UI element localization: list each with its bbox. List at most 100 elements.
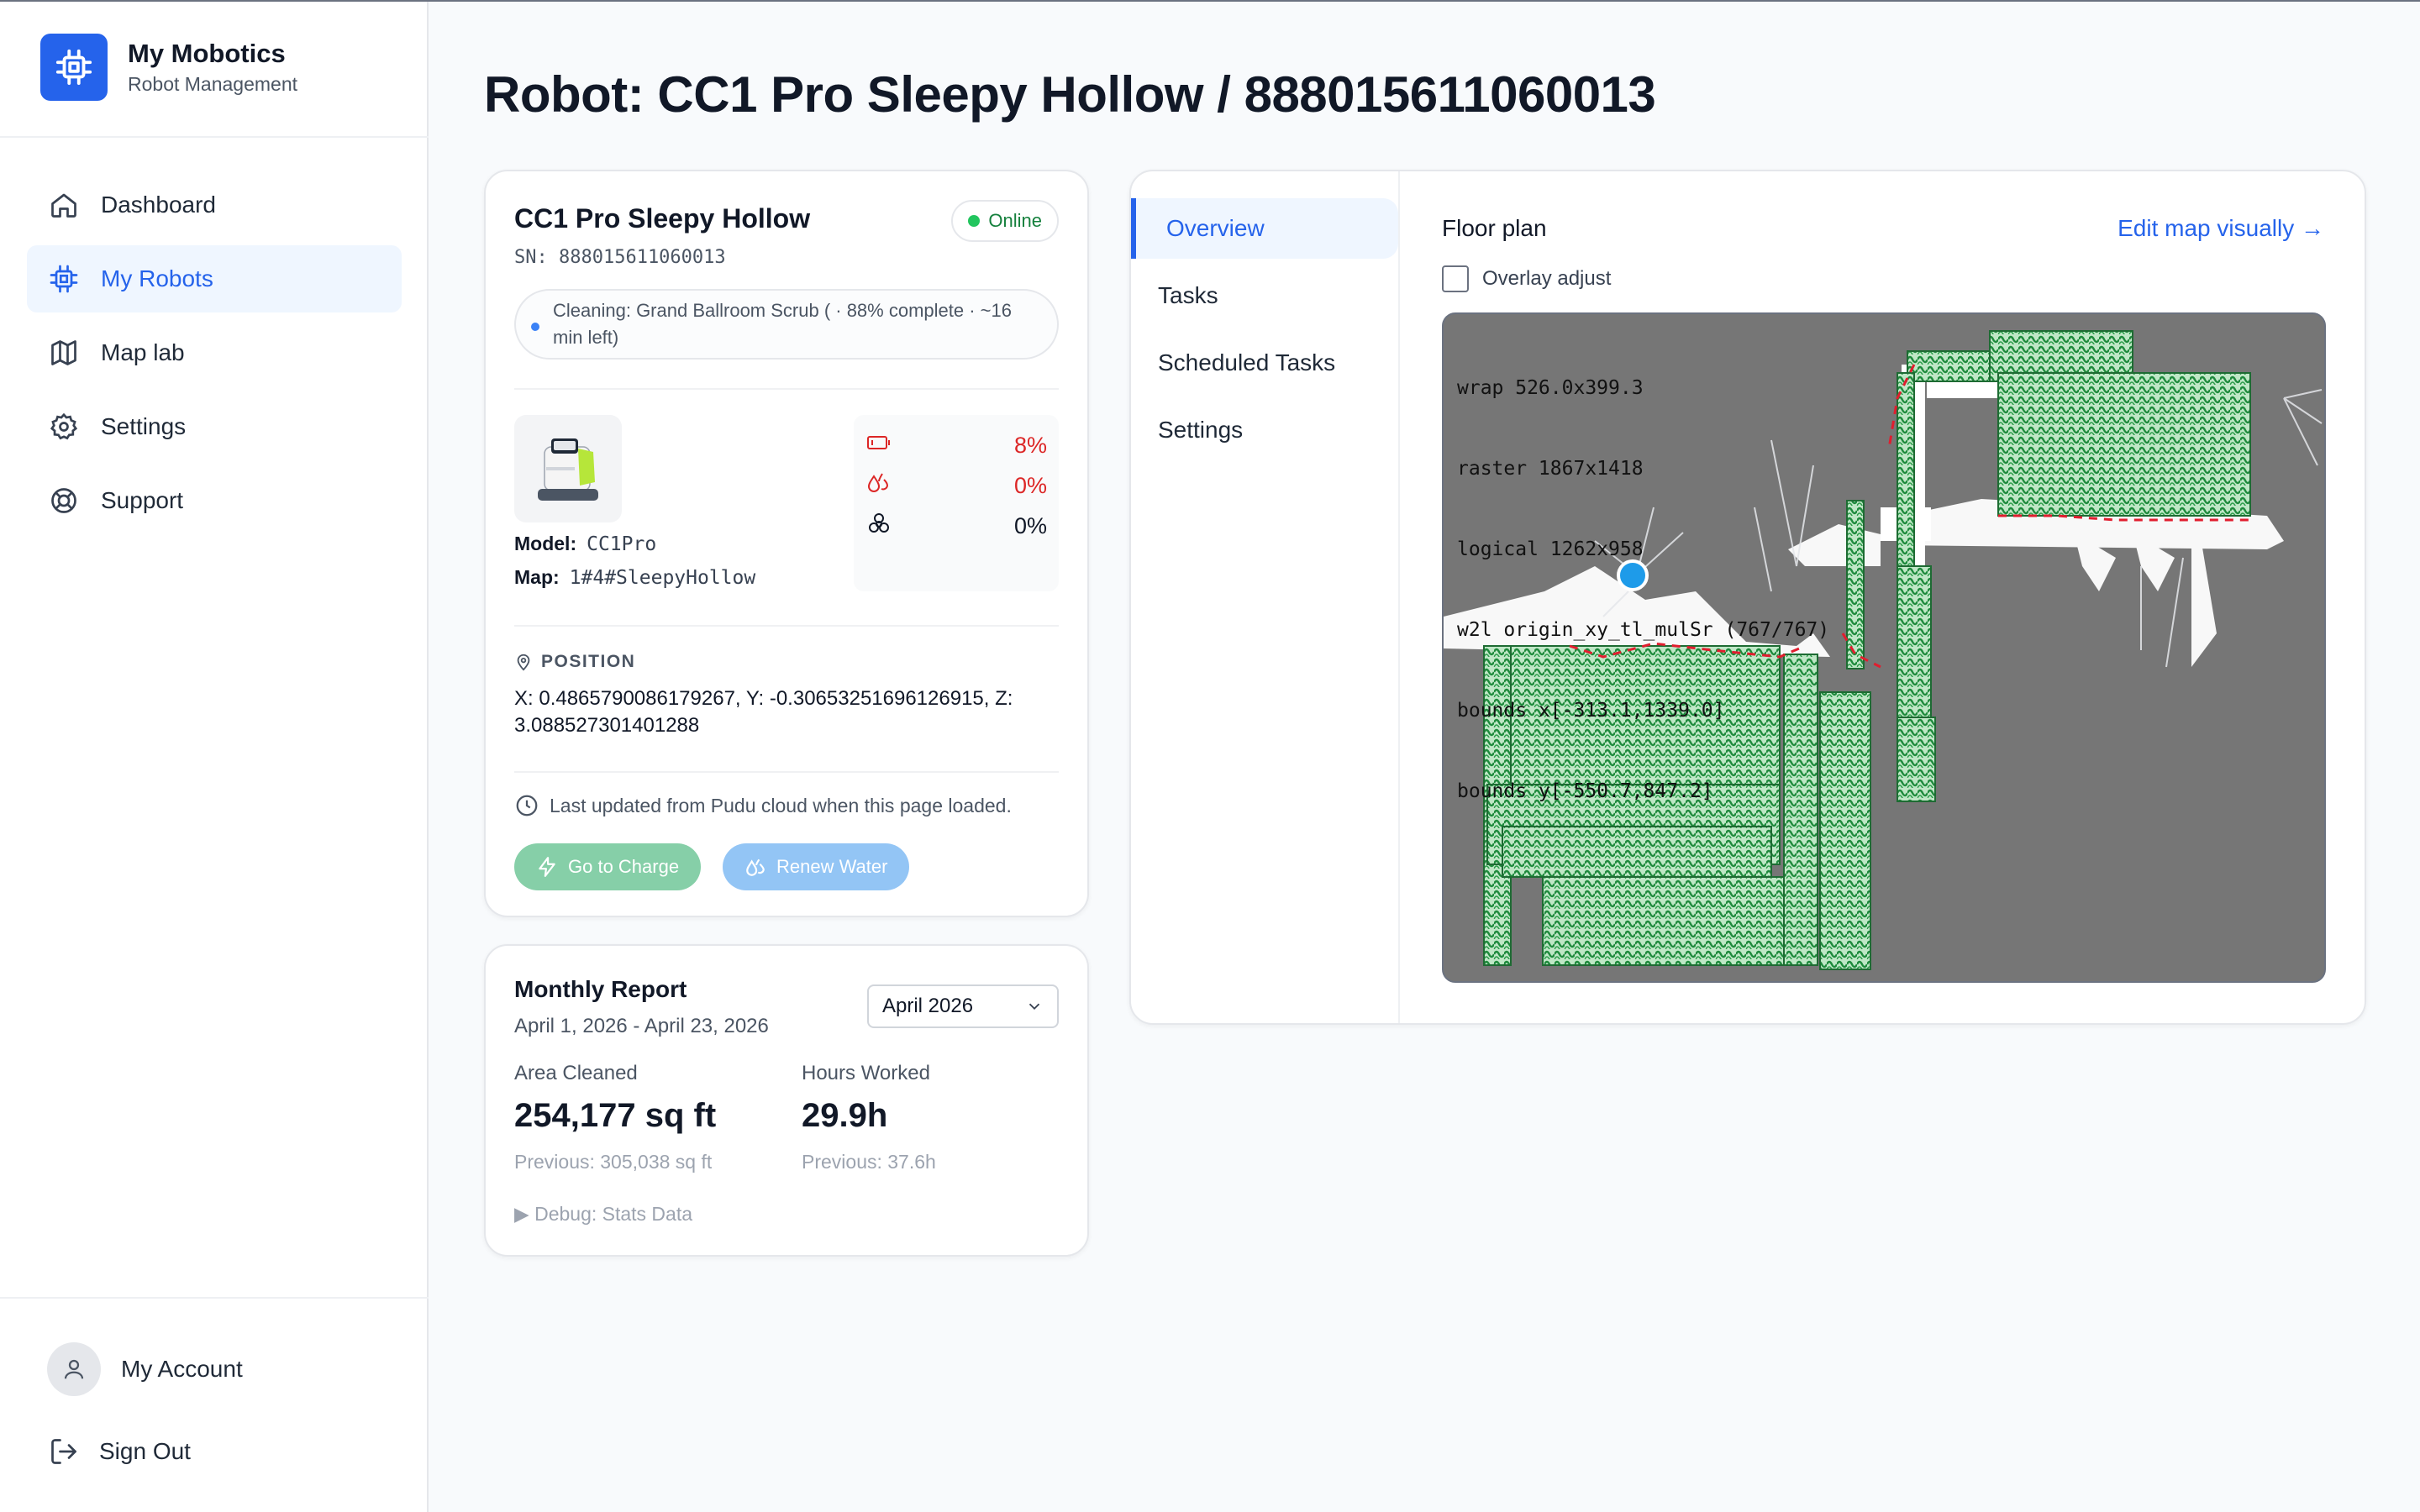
- map-row: Map: 1#4#SleepyHollow: [514, 566, 755, 589]
- online-dot: [968, 215, 981, 227]
- sidebar-item-label: Dashboard: [101, 192, 216, 218]
- position-heading: POSITION: [514, 652, 635, 672]
- go-to-charge-label: Go to Charge: [568, 856, 680, 877]
- map-icon: [47, 336, 81, 370]
- last-updated-text: Last updated from Pudu cloud when this p…: [550, 794, 1012, 816]
- my-account-label: My Account: [121, 1356, 243, 1382]
- model-label: Model:: [514, 533, 577, 554]
- robot-image: [514, 415, 622, 522]
- hours-worked-previous: Previous: 37.6h: [802, 1151, 936, 1173]
- chip-icon: [47, 262, 81, 296]
- last-updated: Last updated from Pudu cloud when this p…: [514, 793, 1012, 818]
- model-value: CC1Pro: [587, 533, 657, 555]
- position-value: X: 0.4865790086179267, Y: -0.30653251696…: [514, 687, 1013, 737]
- robot-serial: SN: 888015611060013: [514, 247, 726, 268]
- go-to-charge-button[interactable]: Go to Charge: [514, 843, 702, 890]
- my-account-link[interactable]: My Account: [47, 1342, 243, 1396]
- location-pin-icon: [514, 652, 533, 672]
- hours-worked-label: Hours Worked: [802, 1062, 930, 1084]
- lightning-icon: [539, 857, 555, 877]
- status-badge: Online: [951, 200, 1059, 242]
- divider: [514, 625, 1059, 627]
- map-value: 1#4#SleepyHollow: [569, 567, 756, 589]
- robot-name: CC1 Pro Sleepy Hollow: [514, 203, 811, 234]
- hours-worked-value: 29.9h: [802, 1097, 888, 1134]
- report-date-range: April 1, 2026 - April 23, 2026: [514, 1015, 769, 1037]
- divider: [514, 771, 1059, 773]
- map-debug-line: logical 1262x958: [1457, 538, 1644, 560]
- overview-panel: Overview Tasks Scheduled Tasks Settings …: [1129, 170, 2366, 1025]
- water-level: 0%: [865, 469, 1047, 502]
- water-drop-icon: [746, 858, 765, 876]
- tab-overview[interactable]: Overview: [1131, 198, 1398, 259]
- tab-scheduled-tasks[interactable]: Scheduled Tasks: [1131, 333, 1398, 393]
- sidebar-item-label: Support: [101, 487, 184, 513]
- tab-list: Overview Tasks Scheduled Tasks Settings: [1131, 171, 1400, 1023]
- status-badge-label: Online: [988, 210, 1042, 231]
- map-debug-overlay: wrap 526.0x399.3 raster 1867x1418 logica…: [1457, 321, 1829, 858]
- floor-plan-map[interactable]: wrap 526.0x399.3 raster 1867x1418 logica…: [1442, 312, 2326, 983]
- battery-icon: [865, 433, 892, 459]
- sidebar-item-support[interactable]: Support: [27, 467, 402, 534]
- model-row: Model: CC1Pro: [514, 533, 656, 555]
- sidebar-divider: [0, 1297, 429, 1299]
- month-select[interactable]: April 2026: [867, 984, 1059, 1028]
- sewage-value: 0%: [1013, 512, 1047, 538]
- sign-out-button[interactable]: Sign Out: [47, 1435, 191, 1468]
- renew-water-button[interactable]: Renew Water: [723, 843, 910, 890]
- area-cleaned-value: 254,177 sq ft: [514, 1097, 717, 1134]
- overlay-adjust-toggle[interactable]: Overlay adjust: [1442, 265, 1611, 292]
- activity-dot: [531, 323, 539, 331]
- sidebar-item-settings[interactable]: Settings: [27, 393, 402, 460]
- overlay-adjust-label: Overlay adjust: [1482, 267, 1612, 290]
- sidebar-item-my-robots[interactable]: My Robots: [27, 245, 402, 312]
- overlay-adjust-checkbox[interactable]: [1442, 265, 1469, 292]
- chip-icon: [40, 34, 108, 101]
- battery-value: 8%: [1013, 432, 1047, 458]
- sidebar-divider: [0, 136, 429, 138]
- area-cleaned-label: Area Cleaned: [514, 1062, 638, 1084]
- sign-out-label: Sign Out: [99, 1438, 191, 1464]
- lifebuoy-icon: [47, 484, 81, 517]
- biohazard-icon: [865, 512, 892, 541]
- tab-settings[interactable]: Settings: [1131, 400, 1398, 460]
- sidebar-item-map-lab[interactable]: Map lab: [27, 319, 402, 386]
- map-debug-line: wrap 526.0x399.3: [1457, 377, 1644, 399]
- gear-icon: [47, 410, 81, 444]
- brand-subtitle: Robot Management: [128, 73, 298, 95]
- robot-card: CC1 Pro Sleepy Hollow SN: 88801561106001…: [484, 170, 1089, 917]
- page-title: Robot: CC1 Pro Sleepy Hollow / 888015611…: [484, 66, 1656, 123]
- user-icon: [47, 1342, 101, 1396]
- water-value: 0%: [1013, 472, 1047, 498]
- floor-plan-title: Floor plan: [1442, 215, 1547, 241]
- map-label: Map:: [514, 566, 560, 588]
- sidebar-item-dashboard[interactable]: Dashboard: [27, 171, 402, 239]
- water-drop-icon: [865, 471, 892, 501]
- tab-tasks[interactable]: Tasks: [1131, 265, 1398, 326]
- area-cleaned-previous: Previous: 305,038 sq ft: [514, 1151, 713, 1173]
- map-debug-line: bounds x[-313.1,1339.0]: [1457, 700, 1725, 722]
- divider: [514, 388, 1059, 390]
- edit-map-link[interactable]: Edit map visually →: [2118, 215, 2324, 242]
- brand[interactable]: My Mobotics Robot Management: [40, 34, 297, 101]
- logout-icon: [47, 1435, 81, 1468]
- sidebar-nav: Dashboard My Robots Map lab Settings Sup…: [27, 171, 402, 541]
- sewage-level: 0%: [865, 509, 1047, 543]
- month-select-value: April 2026: [882, 995, 974, 1017]
- map-debug-line: bounds y[-550.7,847.2]: [1457, 780, 1713, 802]
- renew-water-label: Renew Water: [776, 856, 888, 877]
- chevron-down-icon: [1028, 1003, 1040, 1011]
- activity-text: Cleaning: Grand Ballroom Scrub ( · 88% c…: [553, 300, 1012, 348]
- map-debug-line: w2l origin_xy_tl_mulSr (767/767): [1457, 619, 1830, 641]
- map-debug-line: raster 1867x1418: [1457, 458, 1644, 480]
- monthly-report-card: Monthly Report April 1, 2026 - April 23,…: [484, 944, 1089, 1257]
- battery-level: 8%: [865, 428, 1047, 462]
- home-icon: [47, 188, 81, 222]
- clock-icon: [514, 793, 539, 818]
- debug-stats-toggle[interactable]: ▶ Debug: Stats Data: [514, 1203, 692, 1226]
- position-label: POSITION: [541, 652, 636, 671]
- sidebar-item-label: My Robots: [101, 265, 213, 291]
- sidebar-item-label: Map lab: [101, 339, 185, 365]
- report-title: Monthly Report: [514, 976, 687, 1002]
- brand-title: My Mobotics: [128, 39, 286, 68]
